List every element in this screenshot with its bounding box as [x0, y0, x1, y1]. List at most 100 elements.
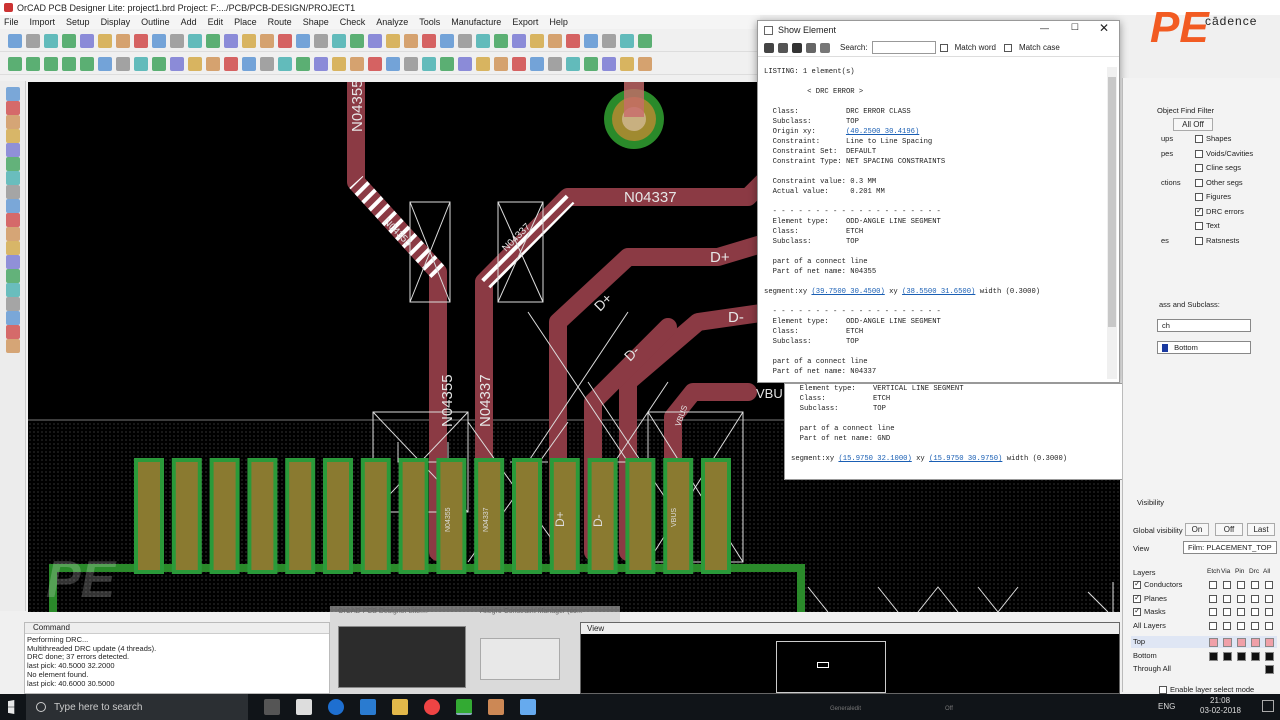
layer-color-swatch[interactable] [1265, 665, 1274, 674]
filter-item[interactable]: Voids/Cavities [1195, 149, 1253, 158]
tool-icon[interactable] [602, 56, 616, 71]
tool-icon[interactable] [152, 33, 166, 48]
menu-check[interactable]: Check [340, 17, 366, 27]
filter-checkbox[interactable] [1195, 135, 1203, 144]
constraint-manager-icon[interactable] [488, 699, 504, 715]
tool-icon[interactable] [458, 33, 472, 48]
layer-row[interactable]: All Layers [1133, 621, 1166, 630]
left-tool-icon[interactable] [6, 171, 20, 185]
left-tool-icon[interactable] [6, 185, 20, 199]
tool-icon[interactable] [530, 56, 544, 71]
filter-item[interactable]: DRC errors [1195, 206, 1244, 216]
tool-icon[interactable] [314, 56, 328, 71]
filter-item[interactable]: Shapes [1195, 134, 1231, 144]
tool-icon[interactable] [224, 33, 238, 48]
tool-icon[interactable] [368, 56, 382, 71]
left-tool-icon[interactable] [6, 129, 20, 143]
filter-item[interactable]: Text [1195, 221, 1220, 231]
filter-checkbox[interactable] [1195, 178, 1203, 187]
menu-setup[interactable]: Setup [66, 17, 90, 27]
tool-icon[interactable] [260, 33, 274, 48]
left-tool-icon[interactable] [6, 199, 20, 213]
edge-icon[interactable] [328, 699, 344, 715]
tool-icon[interactable] [206, 56, 220, 71]
layer-col-checkbox[interactable] [1223, 581, 1231, 589]
layer-col-checkbox[interactable] [1237, 594, 1245, 603]
pad[interactable] [247, 458, 278, 574]
filter-checkbox[interactable] [1195, 193, 1203, 202]
tool-icon[interactable] [386, 56, 400, 71]
filter-item[interactable]: Cline segs [1195, 163, 1241, 173]
tool-icon[interactable] [440, 33, 454, 48]
tool-icon[interactable] [296, 33, 310, 48]
layer-col-checkbox[interactable] [1223, 594, 1231, 603]
match-case-checkbox[interactable] [1003, 43, 1012, 52]
filter-checkbox[interactable] [1195, 164, 1203, 173]
layer-color-swatch[interactable] [1265, 638, 1274, 647]
enable-layer-checkbox[interactable] [1159, 686, 1167, 695]
tool-icon[interactable] [530, 33, 544, 48]
tool-icon[interactable] [602, 33, 616, 48]
menu-tools[interactable]: Tools [419, 17, 440, 27]
background-listing-window[interactable]: Element type: VERTICAL LINE SEGMENT Clas… [784, 383, 1147, 480]
show-element-scrollbar[interactable] [1107, 67, 1117, 379]
tool-icon[interactable] [512, 56, 526, 71]
left-tool-icon[interactable] [6, 241, 20, 255]
tool-icon[interactable] [170, 33, 184, 48]
tool-icon[interactable] [584, 56, 598, 71]
layer-checkbox[interactable] [1133, 593, 1141, 603]
tool-icon[interactable] [422, 56, 436, 71]
tool-icon[interactable] [134, 56, 148, 71]
chrome-icon[interactable] [424, 699, 440, 715]
menu-manufacture[interactable]: Manufacture [451, 17, 501, 27]
layer-col-checkbox[interactable] [1209, 594, 1217, 603]
layer-color-swatch[interactable] [1237, 651, 1246, 661]
filter-checkbox[interactable] [1195, 222, 1203, 231]
tool-icon[interactable] [116, 56, 130, 71]
tool-icon[interactable] [188, 56, 202, 71]
layer-col-checkbox[interactable] [1265, 581, 1273, 589]
pad[interactable] [625, 458, 656, 574]
pad[interactable] [134, 458, 164, 574]
pad[interactable] [663, 458, 694, 574]
pad[interactable] [360, 458, 391, 574]
tool-icon[interactable] [458, 56, 472, 71]
tool-icon[interactable] [80, 33, 94, 48]
filter-item[interactable]: Figures [1195, 192, 1231, 202]
tool-icon[interactable] [548, 33, 562, 48]
thumb-preview-pcb[interactable] [338, 626, 466, 688]
layer-col-checkbox[interactable] [1251, 621, 1259, 630]
left-tool-icon[interactable] [6, 269, 20, 283]
left-tool-icon[interactable] [6, 311, 20, 325]
store-icon[interactable] [360, 699, 376, 715]
tool-icon[interactable] [548, 56, 562, 71]
left-tool-icon[interactable] [6, 87, 20, 101]
orcad-pcb-icon[interactable] [456, 699, 472, 715]
menu-file[interactable]: File [4, 17, 19, 27]
layer-col-checkbox[interactable] [1265, 594, 1273, 603]
tool-icon[interactable] [350, 33, 364, 48]
menu-help[interactable]: Help [549, 17, 568, 27]
file-explorer-icon[interactable] [392, 699, 408, 715]
left-tool-icon[interactable] [6, 101, 20, 115]
filter-checkbox[interactable] [1195, 149, 1203, 158]
visibility-last-button[interactable]: Last [1247, 523, 1275, 536]
left-tool-icon[interactable] [6, 157, 20, 171]
layer-col-checkbox[interactable] [1223, 621, 1231, 630]
view-frame[interactable] [776, 641, 886, 693]
menu-edit[interactable]: Edit [208, 17, 224, 27]
tool-icon[interactable] [170, 56, 184, 71]
layer-col-checkbox[interactable] [1209, 621, 1217, 630]
layer-color-swatch[interactable] [1251, 651, 1260, 661]
menu-display[interactable]: Display [101, 17, 131, 27]
mail-icon[interactable] [296, 699, 312, 715]
pad[interactable] [209, 458, 240, 574]
left-tool-icon[interactable] [6, 283, 20, 297]
tool-icon[interactable] [278, 33, 292, 48]
minimize-icon[interactable]: — [1040, 23, 1049, 33]
tool-icon[interactable] [566, 56, 580, 71]
show-element-window[interactable]: Show Element — ☐ ✕ Search: Match word Ma… [757, 20, 1120, 383]
tool-icon[interactable] [188, 33, 202, 48]
menu-outline[interactable]: Outline [141, 17, 170, 27]
tool-icon[interactable] [620, 33, 634, 48]
